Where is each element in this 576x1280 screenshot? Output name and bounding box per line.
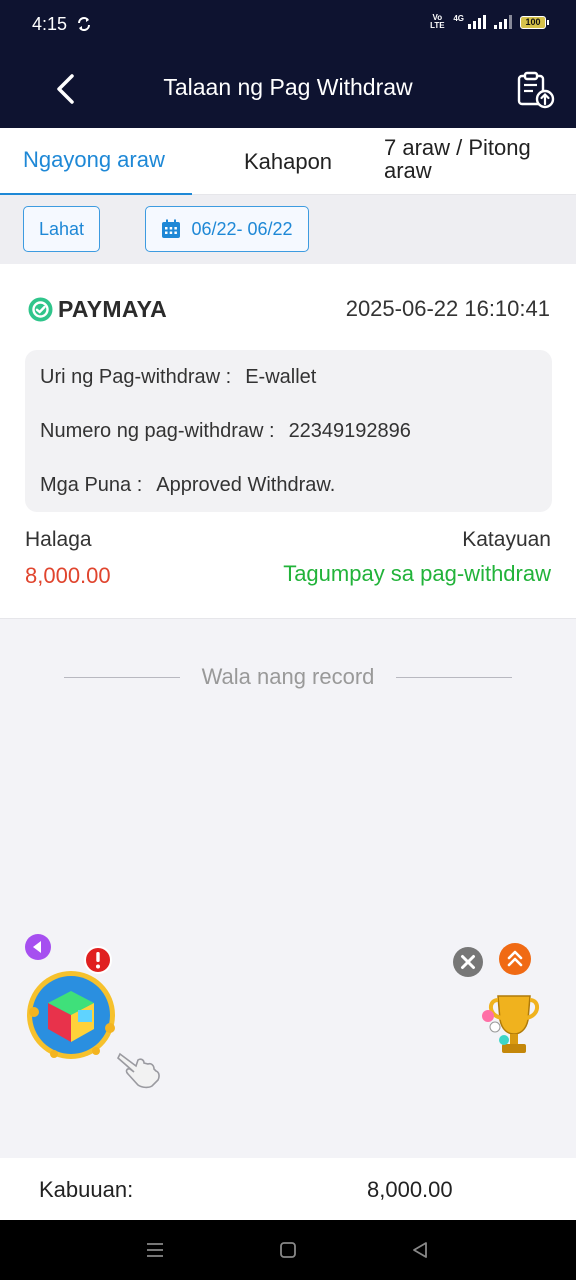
status-bar: 4:15 Vo LTE 4G 100 — [0, 0, 576, 50]
system-nav-bar — [0, 1220, 576, 1280]
amount-label: Halaga — [25, 528, 92, 551]
pointing-hand-icon — [117, 1052, 160, 1089]
tab-yesterday-label: Kahapon — [243, 149, 333, 174]
network-type: 4G — [453, 14, 464, 23]
lucky-game-icon[interactable] — [24, 968, 120, 1064]
status-value: Tagumpay sa pag-withdraw — [283, 561, 551, 586]
withdraw-number-label: Numero ng pag-withdraw : — [40, 420, 275, 442]
sync-icon — [78, 17, 90, 31]
tab-yesterday[interactable]: Kahapon — [192, 128, 384, 195]
no-more-records: Wala nang record — [0, 662, 576, 692]
record-details: Uri ng Pag-withdraw : E-wallet Numero ng … — [25, 350, 552, 512]
tab-7-days[interactable]: 7 araw / Pitong araw — [384, 128, 576, 195]
paymaya-logo-icon — [28, 297, 53, 322]
withdraw-record-card[interactable]: PAYMAYA 2025-06-22 16:10:41 Uri ng Pag-w… — [0, 264, 576, 619]
amount-value: 8,000.00 — [25, 563, 111, 588]
battery-icon: 100 — [520, 15, 549, 29]
remarks-value: Approved Withdraw. — [156, 474, 336, 496]
collapse-left-icon[interactable] — [24, 933, 52, 961]
signal-2-icon — [494, 15, 512, 29]
back-nav-icon[interactable] — [408, 1238, 432, 1262]
total-value: 8,000.00 — [367, 1177, 453, 1202]
remarks-row: Mga Puna : Approved Withdraw. — [40, 474, 335, 497]
remarks-label: Mga Puna : — [40, 474, 143, 496]
filter-all-label: Lahat — [38, 218, 85, 239]
clipboard-upload-icon[interactable] — [516, 70, 556, 110]
divider-right — [396, 677, 512, 678]
withdraw-type-label: Uri ng Pag-withdraw : — [40, 366, 232, 388]
date-range-label: 06/22- 06/22 — [191, 218, 293, 239]
withdraw-type-value: E-wallet — [245, 366, 317, 388]
date-range-button[interactable]: 06/22- 06/22 — [145, 206, 309, 252]
provider-brand: PAYMAYA — [28, 296, 167, 323]
status-label: Katayuan — [462, 528, 551, 551]
withdraw-type-row: Uri ng Pag-withdraw : E-wallet — [40, 366, 316, 389]
date-tabs: Ngayong araw Kahapon 7 araw / Pitong ara… — [0, 128, 576, 196]
record-datetime: 2025-06-22 16:10:41 — [345, 296, 550, 321]
withdraw-number-value: 22349192896 — [288, 420, 411, 442]
status-icons: Vo LTE 4G 100 — [429, 13, 549, 30]
provider-name: PAYMAYA — [58, 296, 168, 322]
page-title: Talaan ng Pag Withdraw — [163, 74, 413, 100]
withdraw-number-row: Numero ng pag-withdraw : 22349192896 — [40, 420, 411, 443]
tab-7-days-label: 7 araw / Pitong araw — [384, 135, 531, 183]
recent-apps-icon[interactable] — [143, 1238, 167, 1262]
calendar-icon — [162, 219, 181, 238]
signal-icon — [468, 15, 486, 29]
trophy-leaderboard-icon[interactable] — [480, 990, 546, 1058]
total-bar: Kabuuan: 8,000.00 — [0, 1158, 576, 1220]
tab-today[interactable]: Ngayong araw — [0, 128, 192, 196]
tab-today-label: Ngayong araw — [23, 147, 165, 172]
total-label: Kabuuan: — [39, 1177, 134, 1202]
volte-icon: Vo LTE — [430, 13, 445, 30]
status-time: 4:15 — [32, 14, 68, 34]
header: Talaan ng Pag Withdraw — [0, 50, 576, 128]
close-icon[interactable] — [452, 946, 484, 978]
expand-up-icon[interactable] — [498, 942, 532, 976]
filter-all-button[interactable]: Lahat — [23, 206, 100, 252]
filter-bar: Lahat 06/22- 06/22 — [0, 195, 576, 264]
home-icon[interactable] — [276, 1238, 300, 1262]
